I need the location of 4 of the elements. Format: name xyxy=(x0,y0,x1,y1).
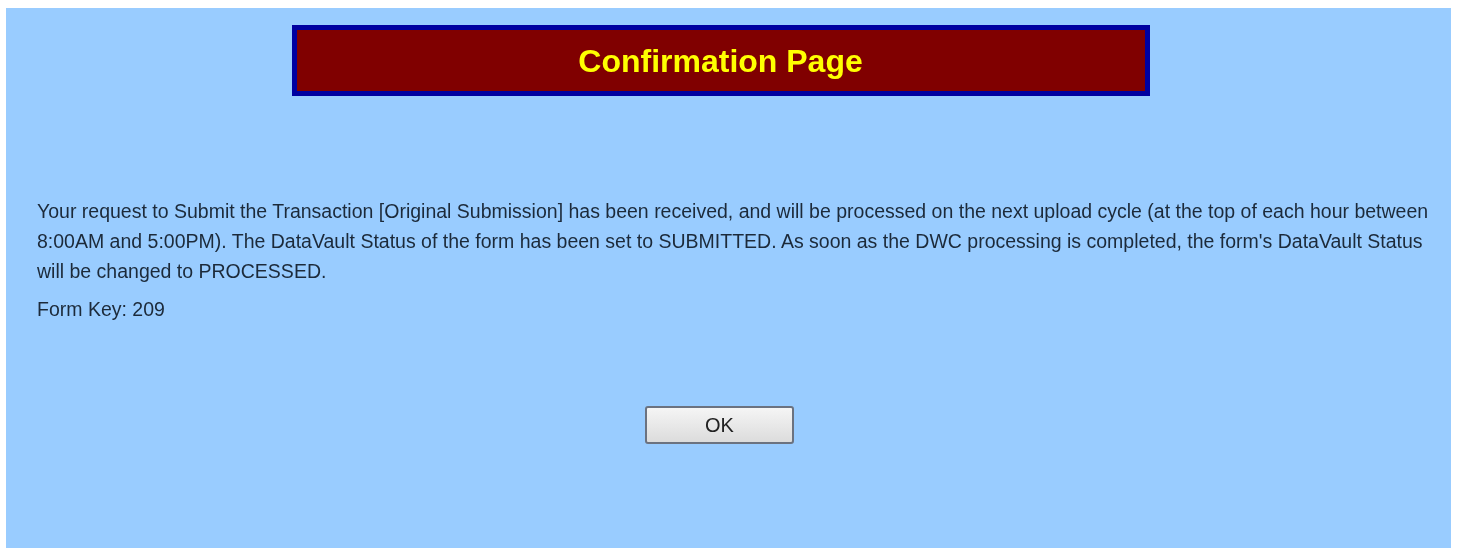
page-title: Confirmation Page xyxy=(291,25,1150,96)
form-key: Form Key: 209 xyxy=(37,294,165,324)
confirmation-message: Your request to Submit the Transaction [Original Submission] has been received, and will be processed on the next upload cycle (at the top of each hour between 8:00AM and 5:00PM). The DataVault Status of the form has been set to SUBMITTED. As soon as the DWC processing is completed, the form's DataVault Status will be changed to PROCESSED. xyxy=(37,199,1430,284)
ok-button[interactable]: OK xyxy=(645,406,794,444)
